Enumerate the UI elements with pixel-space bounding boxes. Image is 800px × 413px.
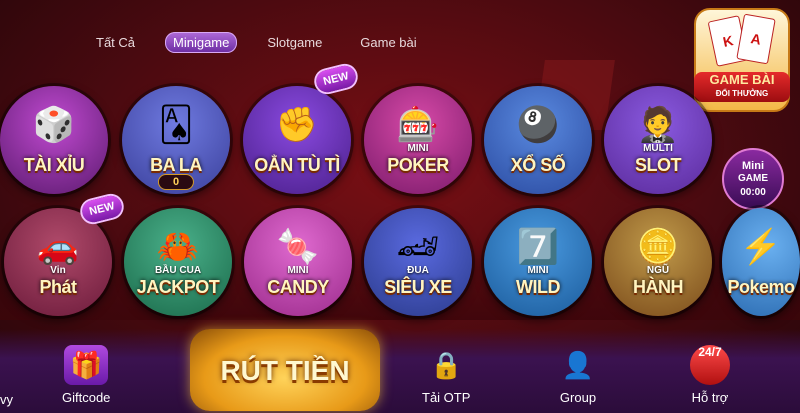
user-silhouette-icon: 👤: [561, 350, 595, 380]
nav-item-cut[interactable]: vy: [0, 392, 13, 407]
bottom-nav-bar: [0, 329, 800, 413]
game-ngu-hanh[interactable]: 🪙 NGŨ HÀNH: [604, 208, 712, 316]
game-tai-xiu[interactable]: 🎲 TÀI XỈU: [0, 86, 108, 194]
game-mini-poker[interactable]: 🎰 MINI POKER: [364, 86, 472, 194]
game-multi-slot[interactable]: 🤵 MULTI SLOT: [604, 86, 712, 194]
tab-all[interactable]: Tất Cả: [88, 32, 143, 53]
candy-icon: 🍬: [276, 228, 320, 266]
timer-value: 00:00: [740, 187, 766, 198]
new-badge: NEW: [313, 63, 359, 95]
nav-giftcode[interactable]: 🎁 Giftcode: [62, 345, 110, 407]
game-pokemon[interactable]: ⚡ Pokemo: [722, 208, 800, 316]
lucky-seven-icon: 7️⃣: [516, 228, 560, 266]
logo-cards-icon: K A: [702, 13, 782, 70]
tab-minigame[interactable]: Minigame: [165, 32, 238, 53]
logo-ribbon: GAME BÀI ĐỔI THƯỞNG: [694, 72, 790, 102]
nav-group[interactable]: 👤 Group: [556, 345, 600, 407]
new-badge: NEW: [79, 193, 125, 225]
game-mini-candy[interactable]: 🍬 MINI CANDY: [244, 208, 352, 316]
gift-box-icon: 🎁: [64, 345, 109, 385]
crab-icon: 🦀: [156, 228, 200, 266]
site-logo: K A GAME BÀI ĐỔI THƯỞNG: [694, 8, 790, 112]
mini-game-timer[interactable]: Mini GAME 00:00: [722, 148, 784, 210]
car-icon: 🚗: [36, 228, 80, 266]
game-mini-wild[interactable]: 7️⃣ MINI WILD: [484, 208, 592, 316]
race-car-icon: 🏎: [396, 228, 440, 266]
slot-machine-icon: 🎰: [396, 106, 440, 144]
lightning-icon: ⚡: [739, 228, 783, 266]
fist-icon: ✊: [275, 106, 319, 144]
game-xo-so[interactable]: 🎱 XỔ SỐ: [484, 86, 592, 194]
game-dua-sieu-xe[interactable]: 🏎 ĐUA SIÊU XE: [364, 208, 472, 316]
jackpot-value: 0: [157, 174, 195, 190]
game-ba-la[interactable]: 🂡 BA LA 0: [122, 86, 230, 194]
lottery-ball-icon: 🎱: [516, 106, 560, 144]
tab-card-games[interactable]: Game bài: [352, 32, 424, 53]
game-bau-cua-jackpot[interactable]: 🦀 BẦU CUA JACKPOT: [124, 208, 232, 316]
tab-slotgame[interactable]: Slotgame: [259, 32, 330, 53]
game-vin-phat[interactable]: 🚗 Vin Phát: [4, 208, 112, 316]
withdraw-button[interactable]: RÚT TIỀN: [190, 329, 380, 411]
gold-coin-icon: 🪙: [636, 228, 680, 266]
support-247-icon: 24/7: [690, 345, 730, 385]
padlock-icon: 🔒: [430, 350, 463, 380]
nav-support[interactable]: 24/7 Hỗ trợ: [690, 345, 730, 407]
category-tabs: Tất Cả Minigame Slotgame Game bài: [88, 32, 425, 53]
man-in-suit-icon: 🤵: [636, 106, 680, 144]
nav-otp[interactable]: 🔒 Tải OTP: [422, 345, 470, 407]
game-oan-tu-ti[interactable]: ✊ OẲN TÙ TÌ: [243, 86, 351, 194]
playing-card-icon: 🂡: [158, 106, 194, 144]
dice-icon: 🎲: [32, 106, 76, 144]
